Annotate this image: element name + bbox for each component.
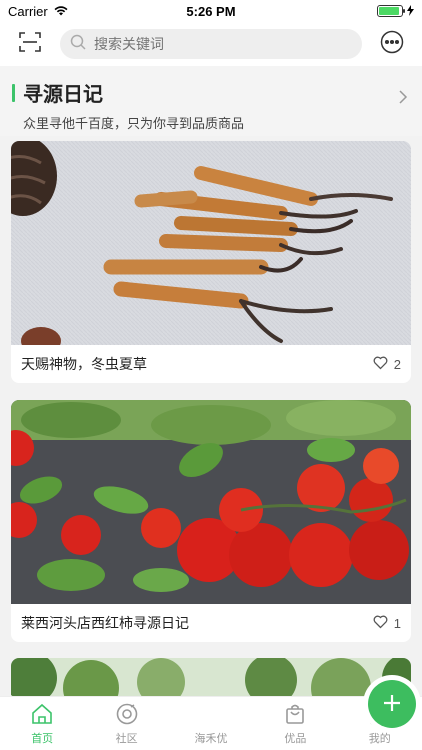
top-header: [0, 22, 422, 66]
like-count: 1: [393, 615, 401, 631]
scan-icon: [19, 31, 41, 58]
card-image-cordyceps[interactable]: [11, 141, 411, 345]
chevron-right-icon[interactable]: [398, 90, 408, 109]
more-button[interactable]: [372, 24, 412, 64]
tab-label: 海禾优: [194, 733, 228, 745]
search-input[interactable]: [94, 36, 352, 52]
tab-label: 首页: [31, 733, 54, 745]
battery-level: [379, 7, 399, 15]
card-image-tomatoes[interactable]: [11, 400, 411, 604]
tab-community[interactable]: 社区: [97, 703, 157, 746]
status-bar: Carrier 5:26 PM: [0, 0, 422, 22]
section-title: 寻源日记: [23, 84, 103, 106]
tab-label: 优品: [284, 733, 307, 745]
heart-icon: [373, 615, 388, 632]
community-icon: [116, 703, 138, 728]
center-add-button[interactable]: [367, 680, 416, 728]
title-accent-bar: [12, 83, 15, 102]
diary-card[interactable]: 莱西河头店西红柿寻源日记 1: [11, 400, 411, 642]
scan-button[interactable]: [10, 24, 50, 64]
tab-home[interactable]: 首页: [12, 703, 72, 746]
home-icon: [31, 703, 53, 728]
section-header[interactable]: 寻源日记 众里寻他千百度，只为你寻到品质商品: [0, 66, 422, 136]
like-button[interactable]: 1: [373, 615, 401, 632]
battery-icon: [377, 5, 405, 17]
more-dots-icon: [380, 30, 404, 59]
section-subtitle: 众里寻他千百度，只为你寻到品质商品: [23, 116, 245, 131]
charging-icon: [407, 4, 414, 19]
card-title: 天赐神物，冬虫夏草: [21, 356, 147, 372]
status-time: 5:26 PM: [186, 3, 236, 19]
tab-label: 社区: [115, 733, 138, 745]
card-footer: 莱西河头店西红柿寻源日记 1: [11, 604, 411, 642]
search-icon: [70, 34, 86, 55]
card-title: 莱西河头店西红柿寻源日记: [21, 615, 189, 631]
search-bar[interactable]: [60, 29, 362, 59]
tab-bar: 首页 社区 海禾优 优品 我的: [0, 680, 422, 750]
bag-icon: [284, 703, 306, 728]
diary-card[interactable]: 天赐神物，冬虫夏草 2: [11, 141, 411, 383]
tab-label: 我的: [368, 733, 391, 745]
tab-products[interactable]: 优品: [265, 703, 325, 746]
section-title-row: 寻源日记: [12, 78, 410, 107]
like-count: 2: [393, 356, 401, 372]
tab-haiheyou[interactable]: 海禾优: [181, 680, 416, 746]
status-right: [377, 4, 414, 19]
heart-icon: [373, 356, 388, 373]
card-footer: 天赐神物，冬虫夏草 2: [11, 345, 411, 383]
like-button[interactable]: 2: [373, 356, 401, 373]
plus-icon: [382, 693, 402, 716]
